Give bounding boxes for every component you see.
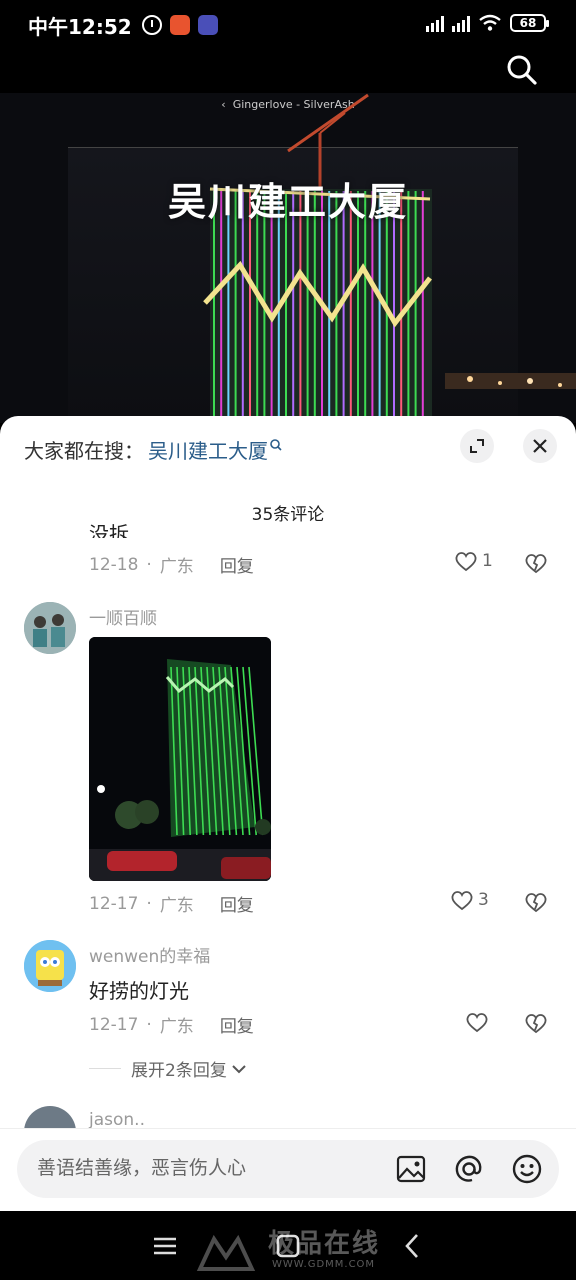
like-button[interactable]: 1 xyxy=(454,550,493,572)
close-icon xyxy=(533,439,547,453)
like-count: 1 xyxy=(482,551,493,571)
comment-location: 广东 xyxy=(159,1017,194,1037)
chevron-down-icon xyxy=(232,1064,246,1073)
expand-button[interactable] xyxy=(460,429,494,463)
comment-date: 12-17 xyxy=(89,1014,139,1035)
status-time: 中午12:52 xyxy=(28,14,132,39)
expand-icon xyxy=(470,439,484,453)
comments-sheet: 大家都在搜： 吴川建工大厦 35条评论 没拆 12-18 · 广东 回复 1 一… xyxy=(0,416,576,1211)
meta-separator: · xyxy=(146,554,152,575)
comment-text: 好捞的灯光 xyxy=(89,979,189,1003)
avatar[interactable] xyxy=(24,940,76,992)
meta-separator: · xyxy=(146,893,152,914)
avatar-image xyxy=(24,940,76,992)
comment-date: 12-18 xyxy=(89,554,139,575)
menu-icon[interactable] xyxy=(150,1231,180,1261)
comment-date: 12-17 xyxy=(89,893,139,914)
like-button[interactable] xyxy=(465,1011,493,1033)
wifi-icon xyxy=(479,14,501,31)
app-notification-icon-2 xyxy=(197,15,218,35)
system-nav-bar: 极品在线 WWW.GDMM.COM xyxy=(0,1211,576,1280)
like-button[interactable]: 3 xyxy=(450,889,489,911)
video-player[interactable]: ‹ Gingerlove - SilverAsh 吴川建工大厦 xyxy=(0,93,576,423)
heart-icon xyxy=(451,891,473,911)
comment-input-bar xyxy=(17,1140,559,1198)
divider-line xyxy=(89,1068,121,1069)
building-illustration xyxy=(203,93,576,419)
sheet-header: 大家都在搜： 吴川建工大厦 xyxy=(0,416,576,476)
comment-input[interactable] xyxy=(37,1157,367,1179)
expand-replies-label: 展开2条回复 xyxy=(131,1061,227,1081)
screen: 中午12:52 68 ‹ Gingerlove - SilverAsh 吴川建工… xyxy=(0,0,576,1280)
heart-icon xyxy=(466,1013,488,1033)
username[interactable]: 一顺百顺 xyxy=(89,604,157,629)
search-icon-small xyxy=(270,438,282,451)
comment-meta: 12-18 · 广东 回复 xyxy=(89,552,254,578)
dislike-icon[interactable] xyxy=(524,891,548,913)
trending-search-term[interactable]: 吴川建工大厦 xyxy=(148,435,268,464)
comment-location: 广东 xyxy=(159,896,194,916)
username[interactable]: jason.. xyxy=(89,1110,145,1130)
back-icon[interactable] xyxy=(398,1231,428,1261)
comment-meta: 12-17 · 广东 回复 xyxy=(89,891,254,917)
meta-separator: · xyxy=(146,1014,152,1035)
emoji-icon[interactable] xyxy=(511,1153,543,1185)
battery-icon: 68 xyxy=(510,14,549,32)
reply-button[interactable]: 回复 xyxy=(220,1012,254,1037)
avatar[interactable] xyxy=(24,602,76,654)
comment-photo-building xyxy=(89,637,271,881)
reply-button[interactable]: 回复 xyxy=(220,552,254,577)
heart-icon xyxy=(455,552,477,572)
watermark-logo xyxy=(196,1234,256,1271)
signal-icon xyxy=(426,16,444,32)
status-bar: 中午12:52 68 xyxy=(0,0,576,50)
watermark-url: WWW.GDMM.COM xyxy=(272,1259,376,1270)
image-icon[interactable] xyxy=(395,1153,427,1185)
battery-level: 68 xyxy=(519,16,537,30)
dislike-icon[interactable] xyxy=(524,552,548,574)
dislike-icon[interactable] xyxy=(524,1012,548,1034)
comment-image[interactable] xyxy=(89,637,271,881)
comment-meta: 12-17 · 广东 回复 xyxy=(89,1012,254,1038)
comment-text-partial-clip: 没拆 xyxy=(89,516,289,538)
watermark-text: 极品在线 xyxy=(268,1229,381,1259)
mention-icon[interactable] xyxy=(453,1153,485,1185)
username[interactable]: wenwen的幸福 xyxy=(89,942,210,967)
comment-location: 广东 xyxy=(159,557,194,577)
close-button[interactable] xyxy=(523,429,557,463)
reply-button[interactable]: 回复 xyxy=(220,891,254,916)
signal-icon-2 xyxy=(452,16,470,32)
avatar-image xyxy=(24,602,76,654)
search-icon[interactable] xyxy=(506,54,538,86)
comment-text: 没拆 xyxy=(89,522,129,538)
trending-search-prefix: 大家都在搜： xyxy=(24,439,144,463)
expand-replies-button[interactable]: 展开2条回复 xyxy=(89,1056,247,1081)
like-count: 3 xyxy=(478,890,489,910)
app-notification-icon xyxy=(169,15,190,35)
video-title: 吴川建工大厦 xyxy=(167,180,408,224)
trending-search[interactable]: 大家都在搜： 吴川建工大厦 xyxy=(24,435,282,464)
alarm-icon xyxy=(141,15,162,35)
